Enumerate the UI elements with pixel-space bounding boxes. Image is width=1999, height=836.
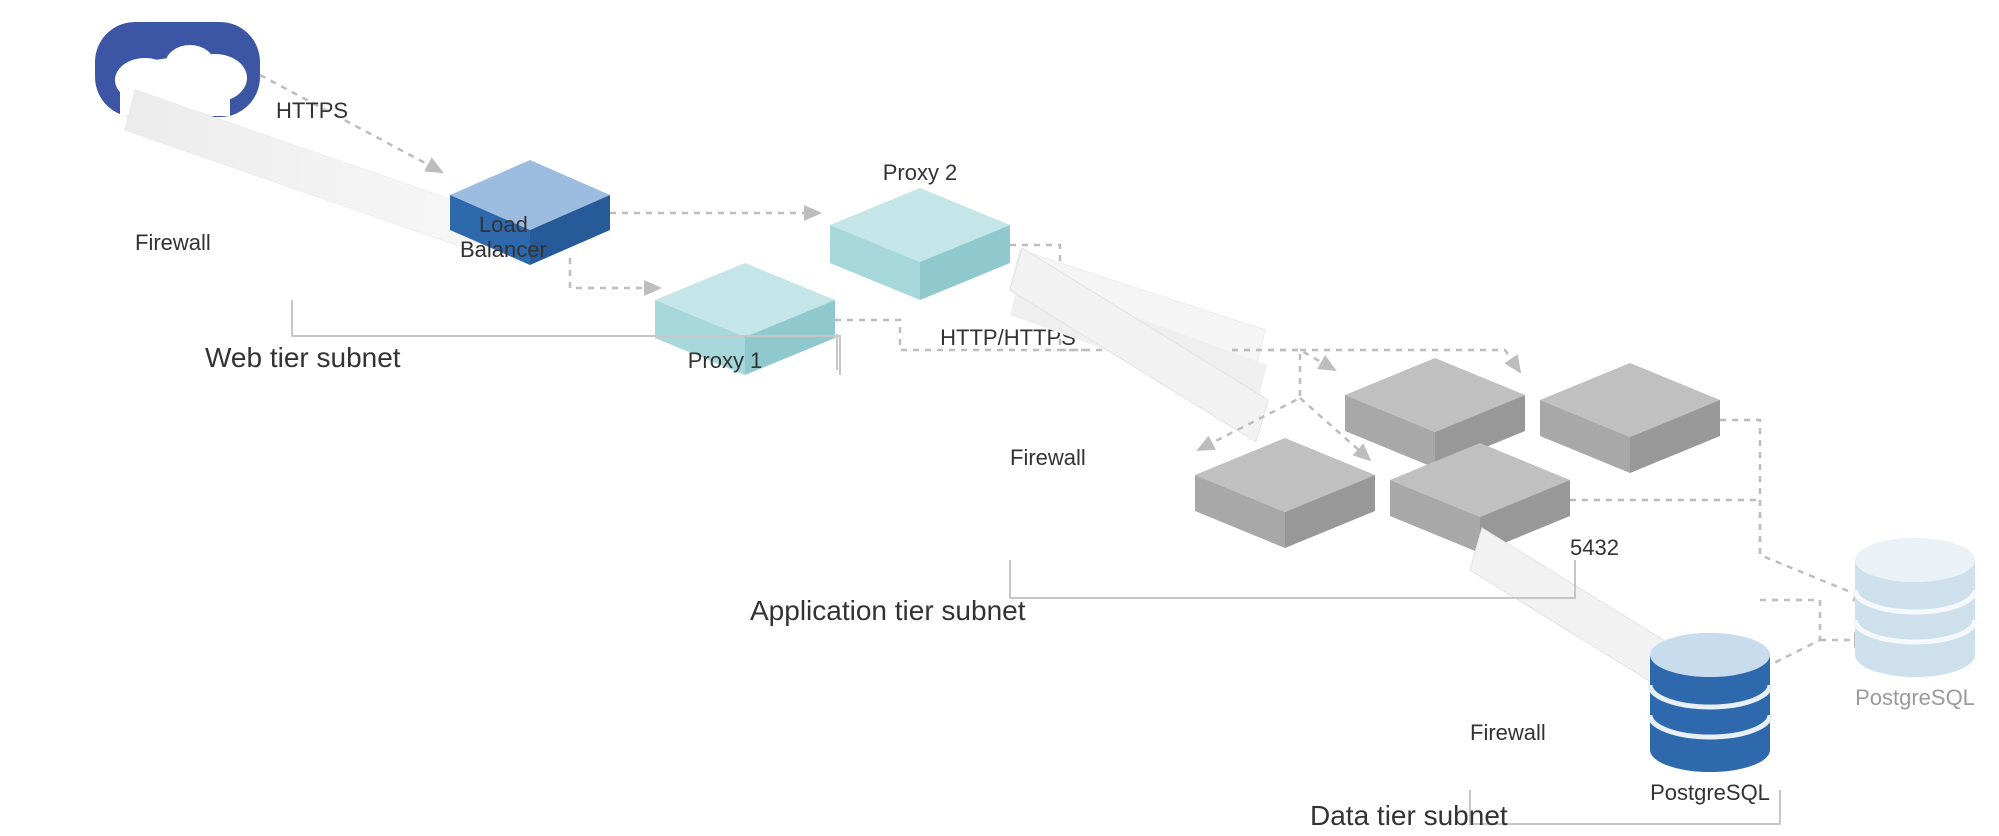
cloud-icon <box>95 22 260 118</box>
firewall-data-label: Firewall <box>1470 720 1546 745</box>
firewall-app: Firewall <box>1010 248 1268 470</box>
proxy-2: Proxy 2 <box>830 160 1010 300</box>
postgres-secondary: PostgreSQL <box>1855 538 1975 710</box>
proxy2-label: Proxy 2 <box>883 160 958 185</box>
app-server-back-right <box>1540 363 1720 473</box>
firewall-app-label: Firewall <box>1010 445 1086 470</box>
firewall-web-label: Firewall <box>135 230 211 255</box>
app-server-front-left <box>1195 438 1375 548</box>
https-label: HTTPS <box>276 98 348 123</box>
port-label: 5432 <box>1570 535 1619 560</box>
proxy-1: Proxy 1 <box>655 263 835 375</box>
architecture-diagram: Firewall HTTPS Load Balancer Proxy 2 <box>0 0 1999 836</box>
postgres-primary-label: PostgreSQL <box>1650 780 1770 805</box>
postgres-secondary-label: PostgreSQL <box>1855 685 1975 710</box>
postgres-primary: PostgreSQL <box>1650 633 1770 805</box>
proxy1-label: Proxy 1 <box>688 348 763 373</box>
